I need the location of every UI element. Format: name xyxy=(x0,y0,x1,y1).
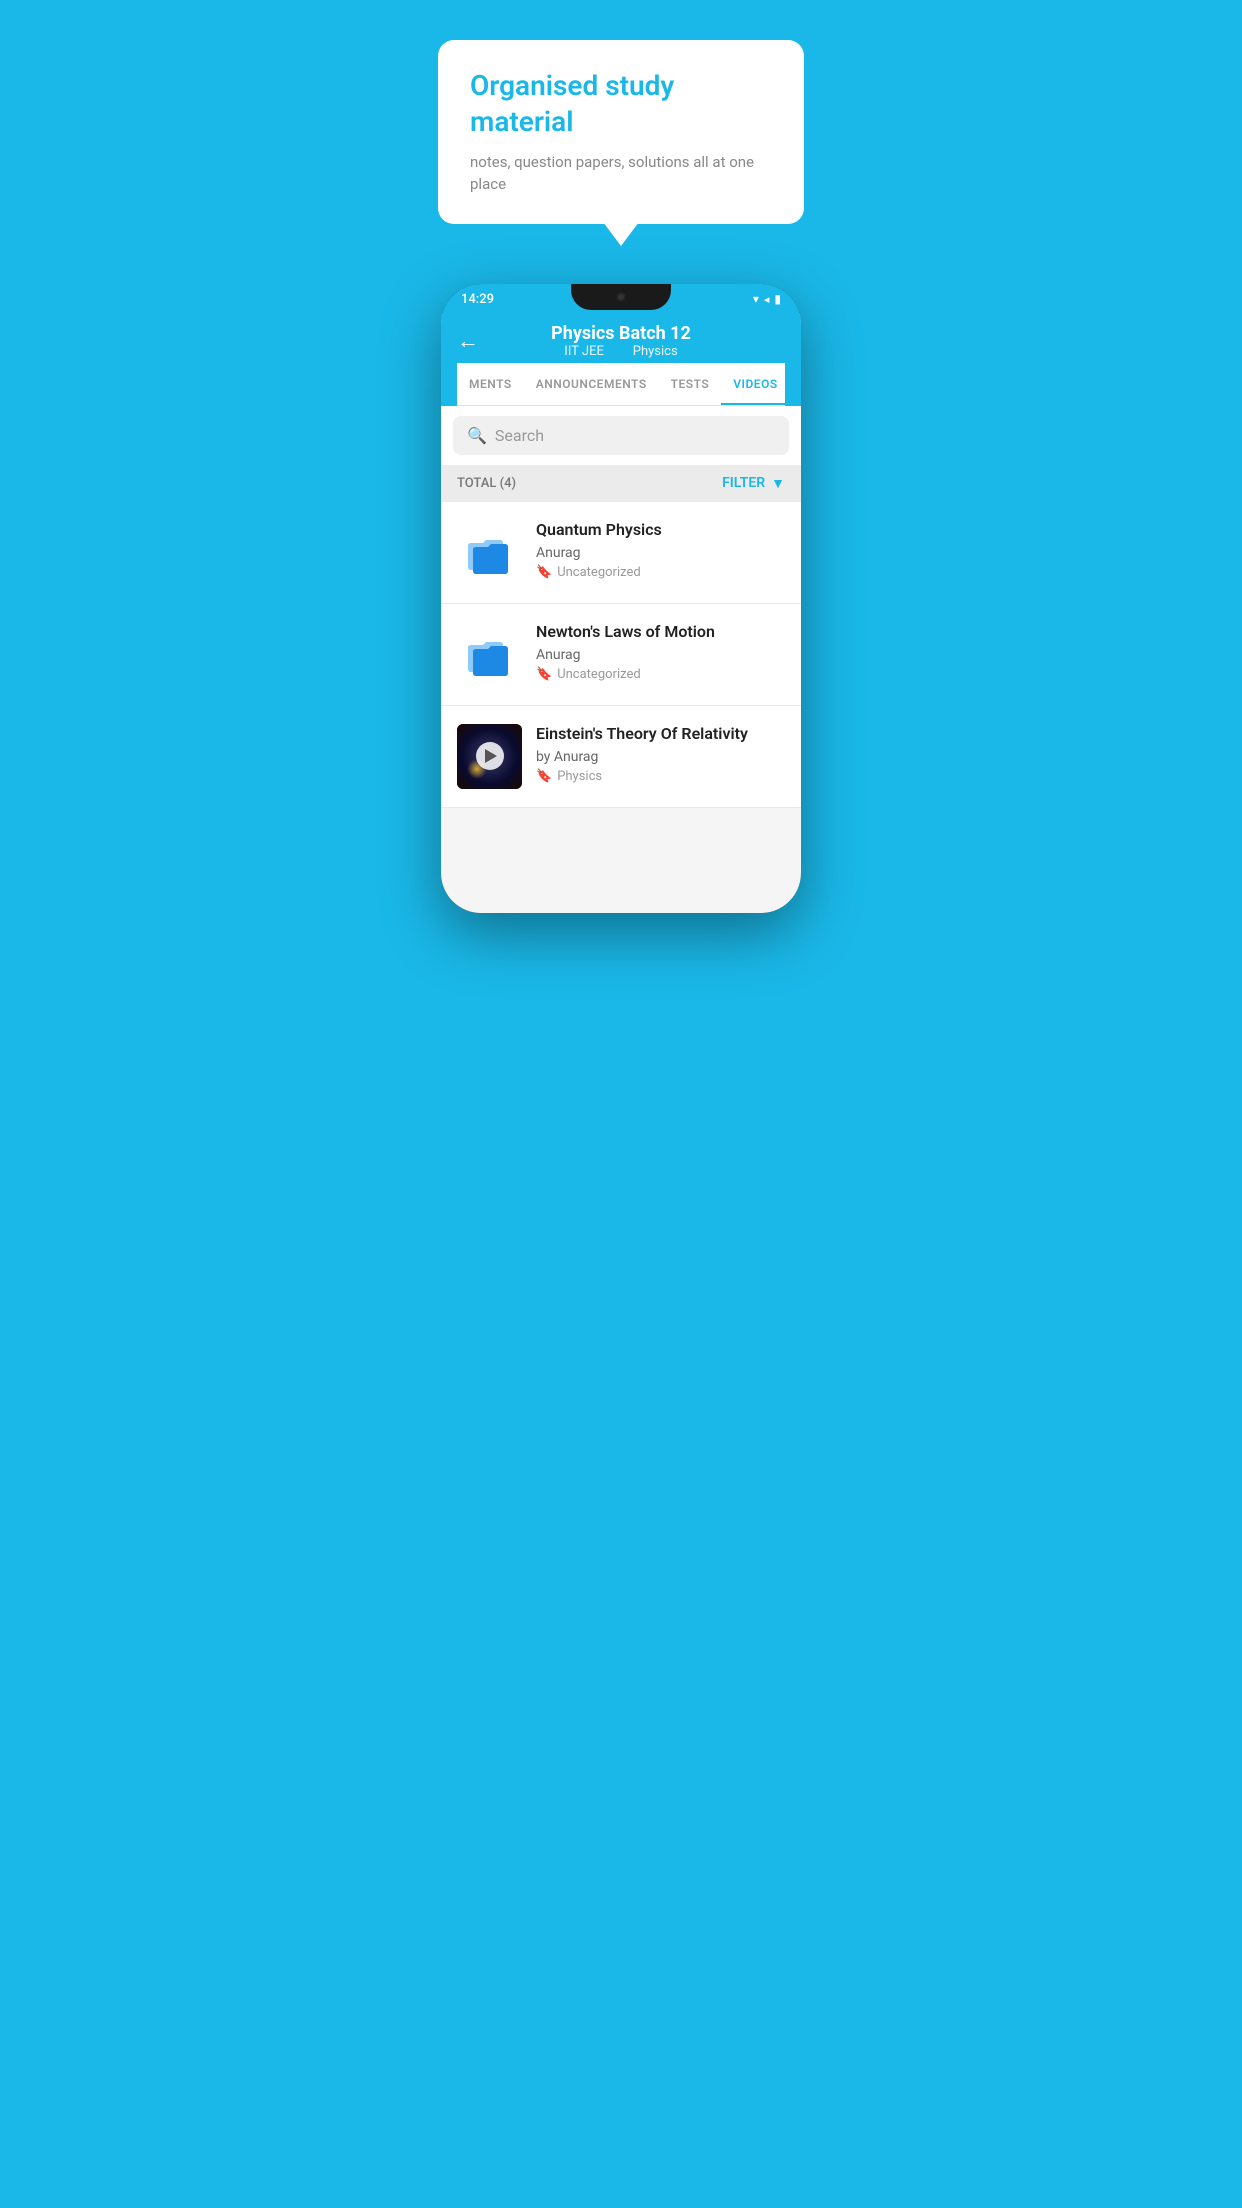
tag-icon: 🔖 xyxy=(536,667,552,682)
folder-icon xyxy=(465,629,515,679)
list-item[interactable]: Newton's Laws of Motion Anurag 🔖 Uncateg… xyxy=(441,604,801,706)
subject-separator xyxy=(615,344,621,359)
subject-physics: Physics xyxy=(633,344,678,359)
item-thumbnail xyxy=(457,520,522,585)
subject-iitjee: IIT JEE xyxy=(564,344,604,359)
video-tag: 🔖 Uncategorized xyxy=(536,667,785,682)
app-header: ← Physics Batch 12 IIT JEE Physics MENTS… xyxy=(441,313,801,406)
filter-icon: ▼ xyxy=(771,475,785,492)
speech-bubble: Organised study material notes, question… xyxy=(438,40,804,224)
total-count: TOTAL (4) xyxy=(457,476,516,491)
header-top: ← Physics Batch 12 IIT JEE Physics xyxy=(457,323,785,363)
tag-label: Physics xyxy=(557,769,602,784)
filter-bar: TOTAL (4) FILTER ▼ xyxy=(441,465,801,502)
tag-label: Uncategorized xyxy=(557,667,640,682)
header-title: Physics Batch 12 IIT JEE Physics xyxy=(551,323,691,359)
play-button[interactable] xyxy=(476,742,504,770)
back-button[interactable]: ← xyxy=(457,328,479,354)
video-author: Anurag xyxy=(536,545,785,561)
tag-label: Uncategorized xyxy=(557,565,640,580)
video-author: by Anurag xyxy=(536,749,785,765)
tab-ments[interactable]: MENTS xyxy=(457,363,524,405)
tab-announcements[interactable]: ANNOUNCEMENTS xyxy=(524,363,659,405)
item-info: Quantum Physics Anurag 🔖 Uncategorized xyxy=(536,520,785,580)
phone-wrapper: 14:29 ▾ ◂ ▮ ← Physics Batch 12 IIT JEE xyxy=(414,264,828,913)
phone-notch xyxy=(571,284,671,310)
hero-section: Organised study material notes, question… xyxy=(414,0,828,264)
wifi-icon: ▾ xyxy=(753,292,759,306)
item-info: Einstein's Theory Of Relativity by Anura… xyxy=(536,724,785,784)
video-tag: 🔖 Physics xyxy=(536,769,785,784)
filter-label: FILTER xyxy=(722,475,765,491)
video-tag: 🔖 Uncategorized xyxy=(536,565,785,580)
tab-videos[interactable]: VIDEOS xyxy=(721,363,785,405)
filter-button[interactable]: FILTER ▼ xyxy=(722,475,785,492)
status-icons: ▾ ◂ ▮ xyxy=(753,292,781,306)
play-triangle-icon xyxy=(485,749,497,763)
folder-icon xyxy=(465,527,515,577)
search-bar[interactable]: 🔍 Search xyxy=(453,416,789,455)
tab-tests[interactable]: TESTS xyxy=(659,363,722,405)
signal-icon: ◂ xyxy=(764,293,770,306)
video-title: Quantum Physics xyxy=(536,520,785,541)
battery-icon: ▮ xyxy=(774,292,781,306)
video-list: Quantum Physics Anurag 🔖 Uncategorized xyxy=(441,502,801,808)
video-title: Einstein's Theory Of Relativity xyxy=(536,724,785,745)
item-thumbnail xyxy=(457,622,522,687)
status-time: 14:29 xyxy=(461,292,494,307)
search-icon: 🔍 xyxy=(467,426,487,445)
tab-bar: MENTS ANNOUNCEMENTS TESTS VIDEOS xyxy=(457,363,785,406)
hero-title: Organised study material xyxy=(470,68,772,141)
phone-screen: ← Physics Batch 12 IIT JEE Physics MENTS… xyxy=(441,313,801,913)
phone-mockup: 14:29 ▾ ◂ ▮ ← Physics Batch 12 IIT JEE xyxy=(441,284,801,913)
list-item[interactable]: Einstein's Theory Of Relativity by Anura… xyxy=(441,706,801,808)
item-thumbnail-video xyxy=(457,724,522,789)
hero-subtitle: notes, question papers, solutions all at… xyxy=(470,151,772,196)
search-placeholder: Search xyxy=(495,426,544,445)
header-subtitle: IIT JEE Physics xyxy=(551,344,691,359)
video-title: Newton's Laws of Motion xyxy=(536,622,785,643)
search-container: 🔍 Search xyxy=(441,406,801,465)
tag-icon: 🔖 xyxy=(536,565,552,580)
list-item[interactable]: Quantum Physics Anurag 🔖 Uncategorized xyxy=(441,502,801,604)
tag-icon: 🔖 xyxy=(536,769,552,784)
item-info: Newton's Laws of Motion Anurag 🔖 Uncateg… xyxy=(536,622,785,682)
camera xyxy=(616,292,626,302)
batch-title: Physics Batch 12 xyxy=(551,323,691,344)
video-author: Anurag xyxy=(536,647,785,663)
